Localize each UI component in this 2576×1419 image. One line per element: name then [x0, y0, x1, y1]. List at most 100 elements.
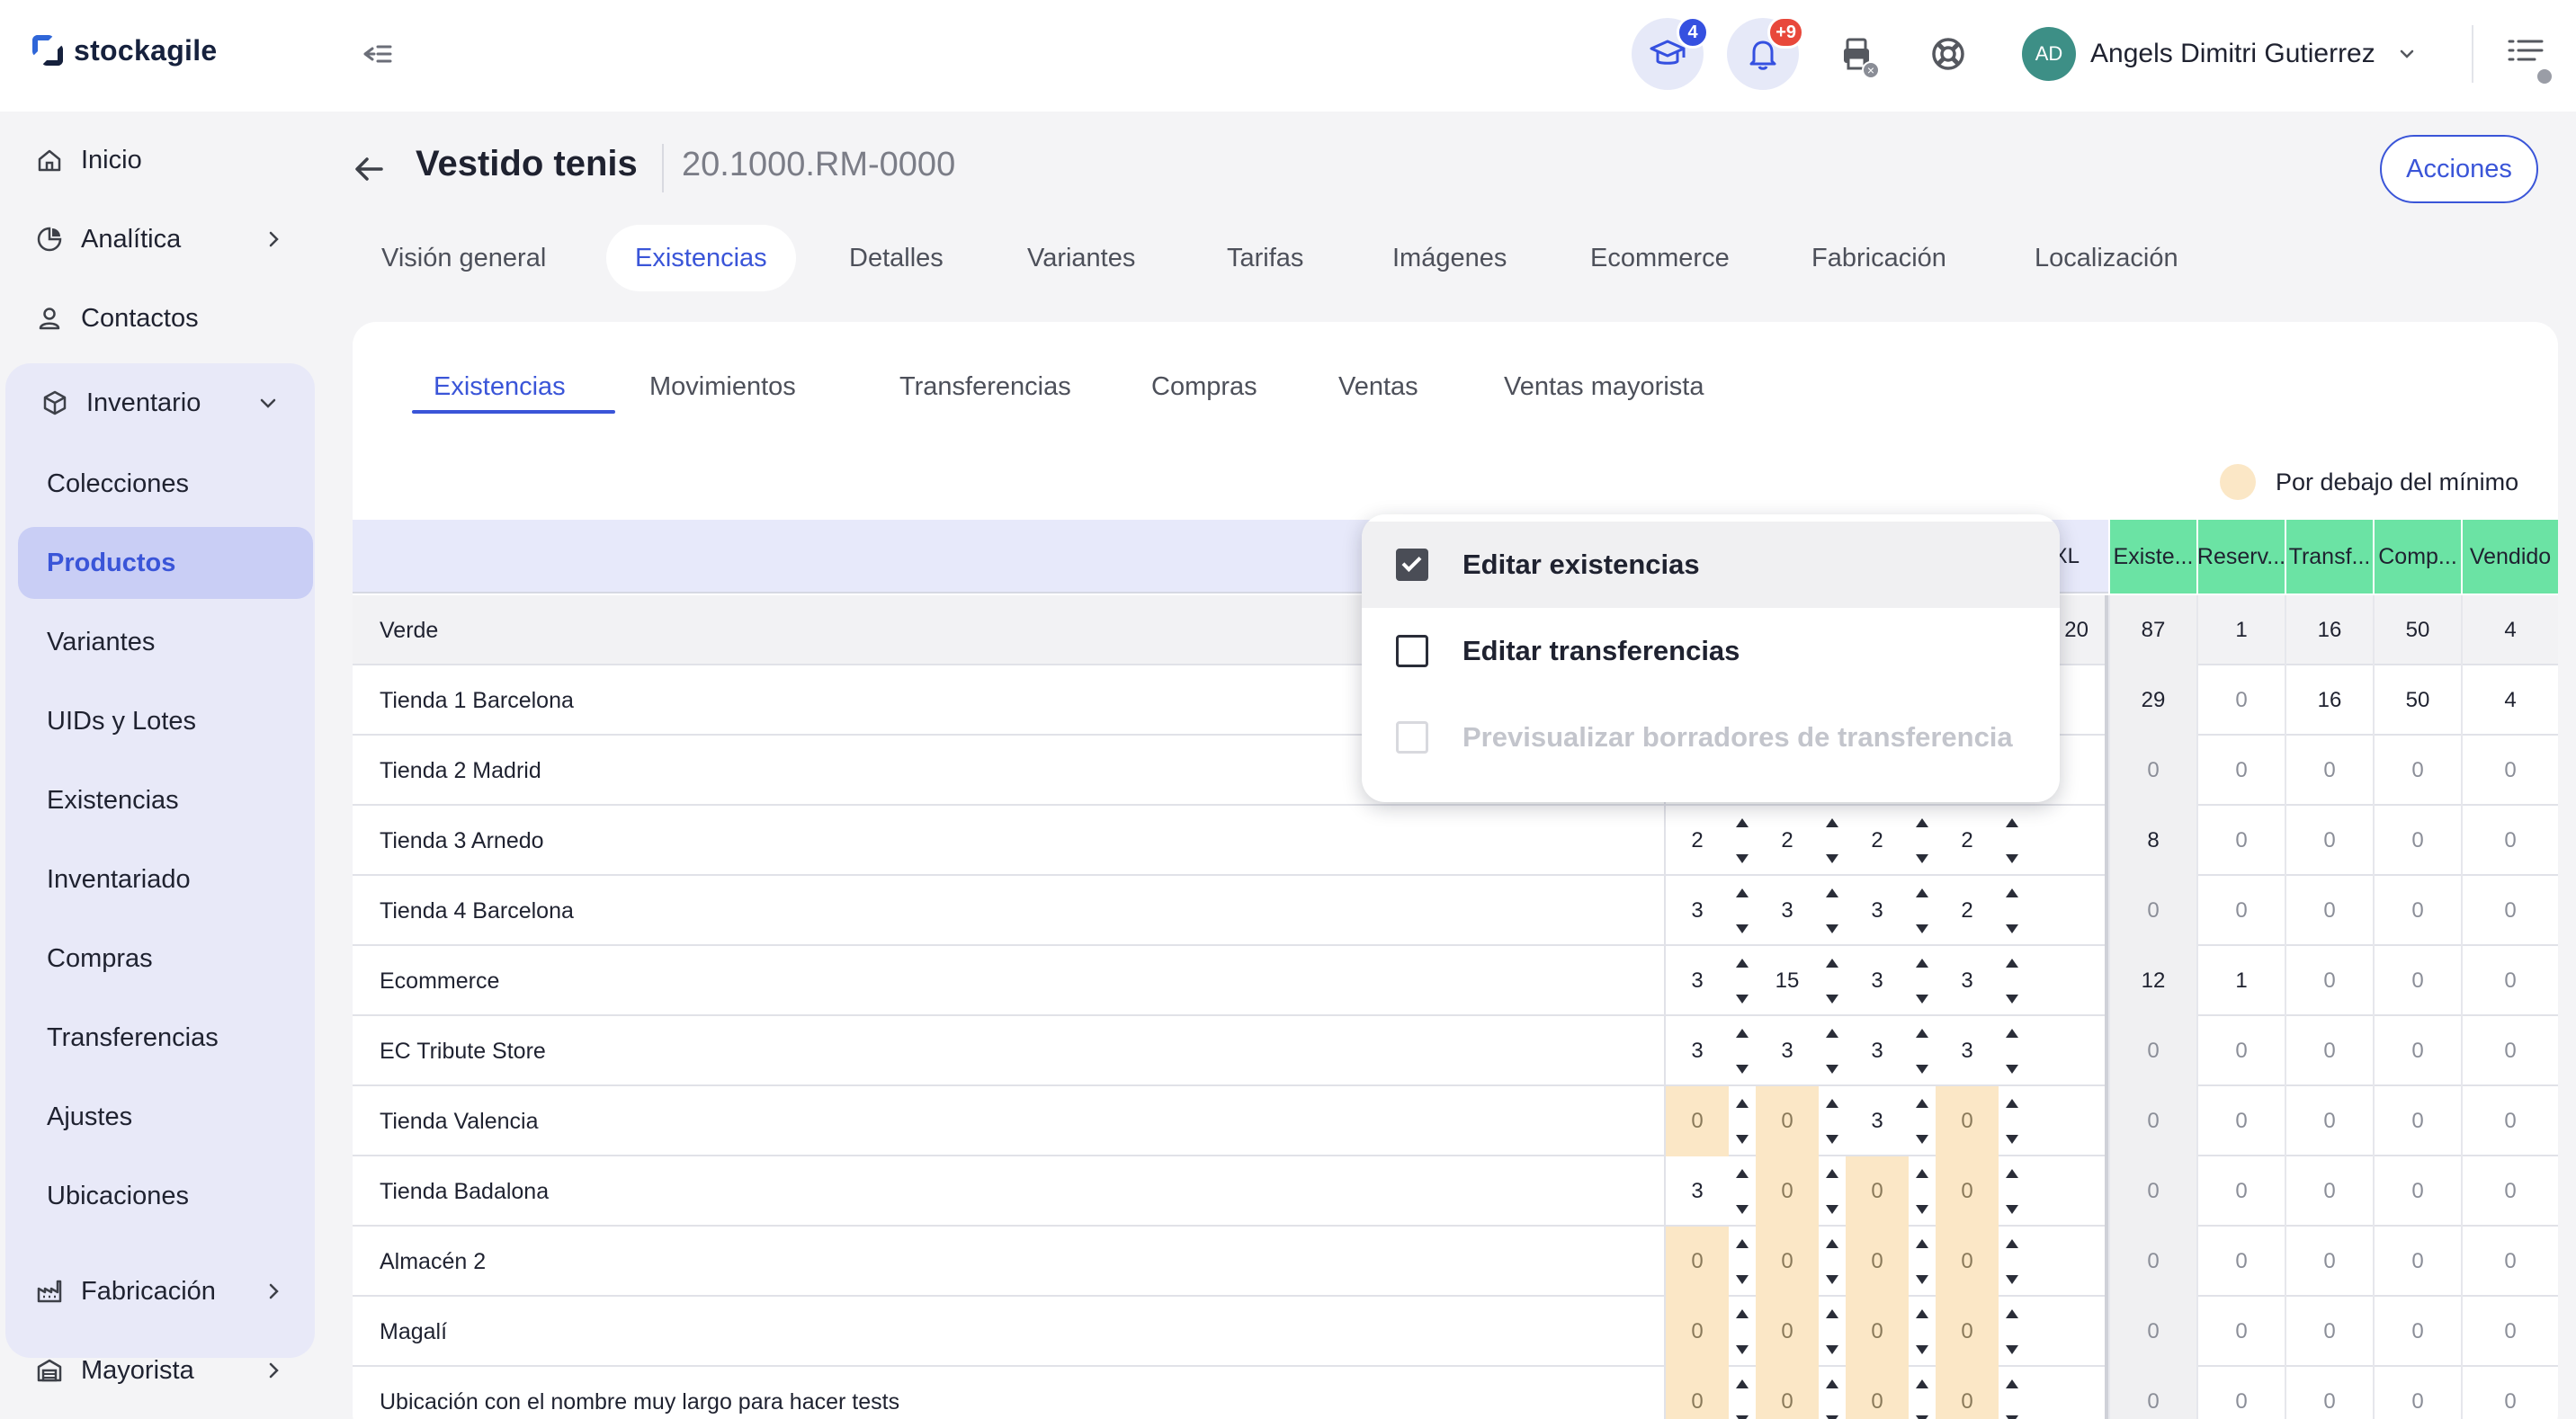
stepper-arrows-icon[interactable] — [1729, 1156, 1756, 1227]
size-stock-input[interactable]: 15 — [1756, 946, 1819, 1016]
stepper-arrows-icon[interactable] — [1999, 1086, 2026, 1156]
size-stock-input[interactable]: 0 — [1756, 1086, 1819, 1156]
stepper-arrows-icon[interactable] — [1999, 1227, 2026, 1297]
size-stock-input[interactable]: 0 — [1756, 1297, 1819, 1367]
stepper-arrows-icon[interactable] — [1729, 1016, 1756, 1086]
size-stock-input[interactable]: 0 — [1936, 1367, 1999, 1419]
stepper-arrows-icon[interactable] — [1909, 946, 1936, 1016]
sidebar-item-contactos[interactable]: Contactos — [36, 291, 199, 345]
sidebar-item-ajustes[interactable]: Ajustes — [47, 1090, 132, 1144]
size-stock-input[interactable]: 0 — [1936, 1086, 1999, 1156]
sidebar-item-inventariado[interactable]: Inventariado — [47, 852, 191, 906]
stepper-arrows-icon[interactable] — [1909, 1367, 1936, 1419]
stepper-arrows-icon[interactable] — [1999, 1156, 2026, 1227]
academy-button[interactable]: 4 — [1632, 16, 1709, 90]
edit-stock-option[interactable]: Editar existencias — [1362, 522, 2060, 608]
stepper-arrows-icon[interactable] — [1909, 1086, 1936, 1156]
size-stock-input[interactable]: 2 — [1936, 806, 1999, 876]
stepper-arrows-icon[interactable] — [1819, 1297, 1846, 1367]
size-stock-input[interactable]: 0 — [1936, 1297, 1999, 1367]
sidebar-item-colecciones[interactable]: Colecciones — [47, 457, 189, 511]
size-stock-input[interactable]: 0 — [1846, 1367, 1909, 1419]
actions-button[interactable]: Acciones — [2380, 135, 2538, 203]
size-stock-input[interactable]: 3 — [1666, 876, 1729, 946]
stepper-arrows-icon[interactable] — [1729, 1227, 1756, 1297]
stepper-arrows-icon[interactable] — [1909, 1156, 1936, 1227]
stepper-arrows-icon[interactable] — [1819, 946, 1846, 1016]
stepper-arrows-icon[interactable] — [1819, 806, 1846, 876]
size-stock-input[interactable]: 3 — [1846, 1016, 1909, 1086]
tab-existencias[interactable]: Existencias — [606, 225, 796, 291]
stepper-arrows-icon[interactable] — [1819, 876, 1846, 946]
size-stock-input[interactable]: 0 — [1756, 1156, 1819, 1227]
size-stock-input[interactable]: 3 — [1846, 1086, 1909, 1156]
size-stock-input[interactable]: 0 — [1936, 1227, 1999, 1297]
size-stock-input[interactable]: 0 — [1756, 1367, 1819, 1419]
stepper-arrows-icon[interactable] — [1819, 1367, 1846, 1419]
size-stock-input[interactable]: 3 — [1846, 946, 1909, 1016]
size-stock-input[interactable]: 3 — [1666, 1016, 1729, 1086]
tab-vision-general[interactable]: Visión general — [381, 225, 546, 291]
tab-fabricacion[interactable]: Fabricación — [1811, 225, 1946, 291]
size-stock-input[interactable]: 0 — [1666, 1297, 1729, 1367]
edit-stock-checkbox[interactable] — [1396, 549, 1428, 581]
printer-button[interactable]: × — [1820, 18, 1892, 90]
size-stock-input[interactable]: 3 — [1666, 1156, 1729, 1227]
sidebar-item-existencias[interactable]: Existencias — [47, 773, 179, 827]
stepper-arrows-icon[interactable] — [1819, 1156, 1846, 1227]
sidebar-item-inventario[interactable]: Inventario — [41, 376, 276, 430]
subtab-movimientos[interactable]: Movimientos — [649, 361, 796, 412]
stepper-arrows-icon[interactable] — [1729, 1367, 1756, 1419]
stepper-arrows-icon[interactable] — [1999, 1016, 2026, 1086]
size-stock-input[interactable]: 3 — [1756, 876, 1819, 946]
size-stock-input[interactable]: 3 — [1936, 1016, 1999, 1086]
stepper-arrows-icon[interactable] — [1819, 1016, 1846, 1086]
stepper-arrows-icon[interactable] — [1999, 1367, 2026, 1419]
tab-tarifas[interactable]: Tarifas — [1227, 225, 1303, 291]
stepper-arrows-icon[interactable] — [1729, 806, 1756, 876]
stepper-arrows-icon[interactable] — [1999, 1297, 2026, 1367]
stepper-arrows-icon[interactable] — [1729, 1086, 1756, 1156]
sidebar-item-productos[interactable]: Productos — [18, 527, 313, 599]
subtab-ventas[interactable]: Ventas — [1338, 361, 1418, 412]
tab-imagenes[interactable]: Imágenes — [1392, 225, 1507, 291]
sidebar-item-analitica[interactable]: Analítica — [36, 212, 279, 266]
subtab-existencias[interactable]: Existencias — [434, 361, 566, 412]
stepper-arrows-icon[interactable] — [1819, 1227, 1846, 1297]
size-stock-input[interactable]: 0 — [1666, 1367, 1729, 1419]
size-stock-input[interactable]: 0 — [1846, 1156, 1909, 1227]
stepper-arrows-icon[interactable] — [1999, 946, 2026, 1016]
subtab-ventas-mayorista[interactable]: Ventas mayorista — [1504, 361, 1704, 412]
size-stock-input[interactable]: 3 — [1756, 1016, 1819, 1086]
help-button[interactable] — [1912, 18, 1984, 90]
sidebar-item-uids-lotes[interactable]: UIDs y Lotes — [47, 694, 196, 748]
stepper-arrows-icon[interactable] — [1819, 1086, 1846, 1156]
stepper-arrows-icon[interactable] — [1729, 876, 1756, 946]
sidebar-item-variantes[interactable]: Variantes — [47, 615, 155, 669]
stepper-arrows-icon[interactable] — [1909, 1297, 1936, 1367]
subtab-compras[interactable]: Compras — [1151, 361, 1257, 412]
size-stock-input[interactable]: 2 — [1756, 806, 1819, 876]
size-stock-input[interactable]: 0 — [1666, 1227, 1729, 1297]
stepper-arrows-icon[interactable] — [1729, 1297, 1756, 1367]
back-arrow-icon[interactable] — [351, 151, 387, 187]
stepper-arrows-icon[interactable] — [1999, 806, 2026, 876]
size-stock-input[interactable]: 2 — [1666, 806, 1729, 876]
stepper-arrows-icon[interactable] — [1909, 806, 1936, 876]
size-stock-input[interactable]: 3 — [1666, 946, 1729, 1016]
stepper-arrows-icon[interactable] — [1909, 876, 1936, 946]
sidebar-item-ubicaciones[interactable]: Ubicaciones — [47, 1169, 189, 1223]
edit-transfers-option[interactable]: Editar transferencias — [1362, 608, 2060, 694]
sidebar-item-transferencias[interactable]: Transferencias — [47, 1011, 219, 1065]
size-stock-input[interactable]: 0 — [1666, 1086, 1729, 1156]
size-stock-input[interactable]: 2 — [1936, 876, 1999, 946]
size-stock-input[interactable]: 0 — [1846, 1227, 1909, 1297]
tab-variantes[interactable]: Variantes — [1027, 225, 1135, 291]
stepper-arrows-icon[interactable] — [1999, 876, 2026, 946]
notifications-button[interactable]: +9 — [1727, 16, 1804, 90]
stepper-arrows-icon[interactable] — [1909, 1227, 1936, 1297]
size-stock-input[interactable]: 0 — [1756, 1227, 1819, 1297]
sidebar-item-fabricacion[interactable]: Fabricación — [36, 1264, 279, 1318]
collapse-sidebar-icon[interactable] — [362, 41, 394, 67]
task-list-button[interactable] — [2506, 36, 2554, 86]
